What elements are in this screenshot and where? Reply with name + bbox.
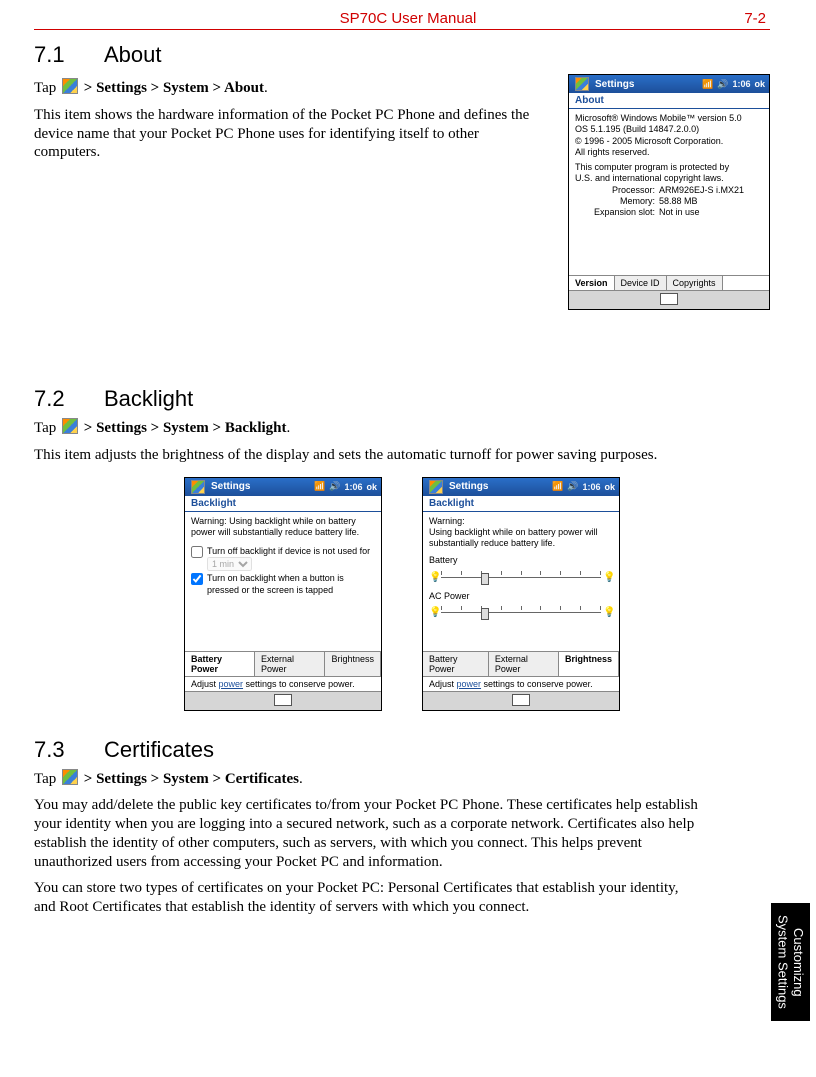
- start-icon: [62, 769, 78, 785]
- volume-icon: 🔊: [567, 481, 578, 492]
- tap-path-about: Tap > Settings > System > About.: [34, 78, 548, 98]
- power-link[interactable]: power: [219, 679, 244, 689]
- tab-copyrights[interactable]: Copyrights: [667, 276, 723, 290]
- tab-device-id[interactable]: Device ID: [615, 276, 667, 290]
- section-7-1-heading: 7.1About: [34, 42, 770, 68]
- tab-brightness[interactable]: Brightness: [559, 651, 619, 676]
- tab-version[interactable]: Version: [569, 275, 615, 290]
- turnoff-checkbox[interactable]: [191, 546, 203, 558]
- ok-button[interactable]: ok: [366, 482, 377, 492]
- battery-slider[interactable]: 💡 💡: [429, 569, 613, 585]
- section-7-2-heading: 7.2Backlight: [34, 386, 770, 412]
- signal-icon: 📶: [552, 481, 563, 492]
- timeout-select[interactable]: 1 min: [207, 557, 252, 571]
- about-description: This item shows the hardware information…: [34, 106, 548, 162]
- volume-icon: 🔊: [329, 481, 340, 492]
- start-icon: [62, 418, 78, 434]
- tab-external-power[interactable]: External Power: [255, 652, 325, 676]
- bulb-on-icon: 💡: [603, 607, 613, 619]
- start-icon: [62, 78, 78, 94]
- certificates-p2: You can store two types of certificates …: [34, 879, 770, 917]
- start-icon: [429, 480, 443, 494]
- tab-external-power[interactable]: External Power: [489, 652, 559, 676]
- section-7-3-heading: 7.3Certificates: [34, 737, 770, 763]
- keyboard-icon[interactable]: [274, 694, 292, 706]
- signal-icon: 📶: [314, 481, 325, 492]
- backlight-description: This item adjusts the brightness of the …: [34, 446, 770, 465]
- ok-button[interactable]: ok: [604, 482, 615, 492]
- page-number: 7-2: [744, 10, 766, 27]
- tap-path-backlight: Tap > Settings > System > Backlight.: [34, 418, 770, 438]
- tab-battery-power[interactable]: Battery Power: [423, 652, 489, 676]
- tap-path-certificates: Tap > Settings > System > Certificates.: [34, 769, 770, 789]
- ac-power-label: AC Power: [429, 591, 613, 602]
- header-title: SP70C User Manual: [340, 10, 477, 27]
- header-rule: [34, 29, 770, 30]
- ac-slider[interactable]: 💡 💡: [429, 604, 613, 620]
- tab-brightness[interactable]: Brightness: [325, 652, 381, 676]
- turnon-checkbox[interactable]: [191, 573, 203, 585]
- bulb-on-icon: 💡: [603, 572, 613, 584]
- wm-titlebar: Settings 📶 🔊 1:06 ok: [569, 75, 769, 93]
- volume-icon: 🔊: [717, 79, 728, 90]
- keyboard-icon[interactable]: [660, 293, 678, 305]
- page-header: . SP70C User Manual 7-2: [34, 10, 770, 29]
- backlight-screenshot-1: Settings 📶 🔊 1:06 ok Backlight Warning: …: [184, 477, 382, 711]
- chapter-side-tab: Customizng System Settings: [771, 903, 810, 1021]
- panel-title: About: [569, 93, 769, 109]
- keyboard-icon[interactable]: [512, 694, 530, 706]
- sip-bar: [569, 290, 769, 309]
- battery-label: Battery: [429, 555, 613, 566]
- signal-icon: 📶: [702, 79, 713, 90]
- tab-battery-power[interactable]: Battery Power: [185, 651, 255, 676]
- bulb-off-icon: 💡: [429, 572, 439, 584]
- ok-button[interactable]: ok: [754, 79, 765, 89]
- about-screenshot: Settings 📶 🔊 1:06 ok About Microsoft® Wi…: [568, 74, 770, 310]
- power-link[interactable]: power: [457, 679, 482, 689]
- certificates-p1: You may add/delete the public key certif…: [34, 796, 770, 871]
- tab-bar: Version Device ID Copyrights: [569, 275, 769, 290]
- backlight-screenshot-2: Settings 📶 🔊 1:06 ok Backlight Warning: …: [422, 477, 620, 711]
- start-icon: [575, 77, 589, 91]
- bulb-off-icon: 💡: [429, 607, 439, 619]
- start-icon: [191, 480, 205, 494]
